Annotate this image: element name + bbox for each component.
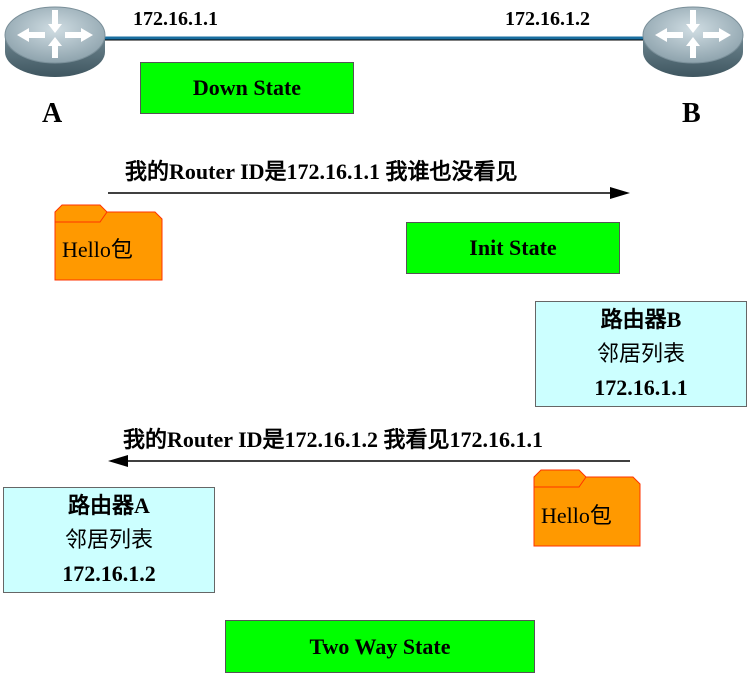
down-state-box: Down State	[140, 62, 354, 114]
hello-packet-label: Hello包	[62, 237, 133, 262]
table-subtitle: 邻居列表	[596, 341, 685, 366]
arrow-left	[108, 455, 630, 467]
hello-message-a: 我的Router ID是172.16.1.1 我谁也没看见	[125, 159, 518, 184]
router-b-ip: 172.16.1.2	[505, 8, 590, 30]
hello-packet-label: Hello包	[541, 503, 612, 528]
table-entry: 172.16.1.1	[594, 375, 688, 400]
arrow-right	[108, 187, 630, 199]
router-b-label: B	[682, 98, 701, 129]
router-icon	[642, 6, 744, 77]
router-a-label: A	[42, 98, 63, 129]
table-title: 路由器B	[600, 307, 682, 332]
table-entry: 172.16.1.2	[62, 561, 156, 586]
two-way-state-box: Two Way State	[225, 620, 535, 673]
router-icon	[4, 6, 106, 77]
router-a-ip: 172.16.1.1	[133, 8, 218, 30]
router-a-neighbor-table: 路由器A 邻居列表 172.16.1.2	[3, 487, 215, 593]
table-subtitle: 邻居列表	[64, 527, 153, 552]
hello-message-b: 我的Router ID是172.16.1.2 我看见172.16.1.1	[123, 427, 544, 452]
table-title: 路由器A	[68, 493, 150, 518]
router-b-neighbor-table: 路由器B 邻居列表 172.16.1.1	[535, 301, 747, 407]
init-state-box: Init State	[406, 222, 620, 274]
